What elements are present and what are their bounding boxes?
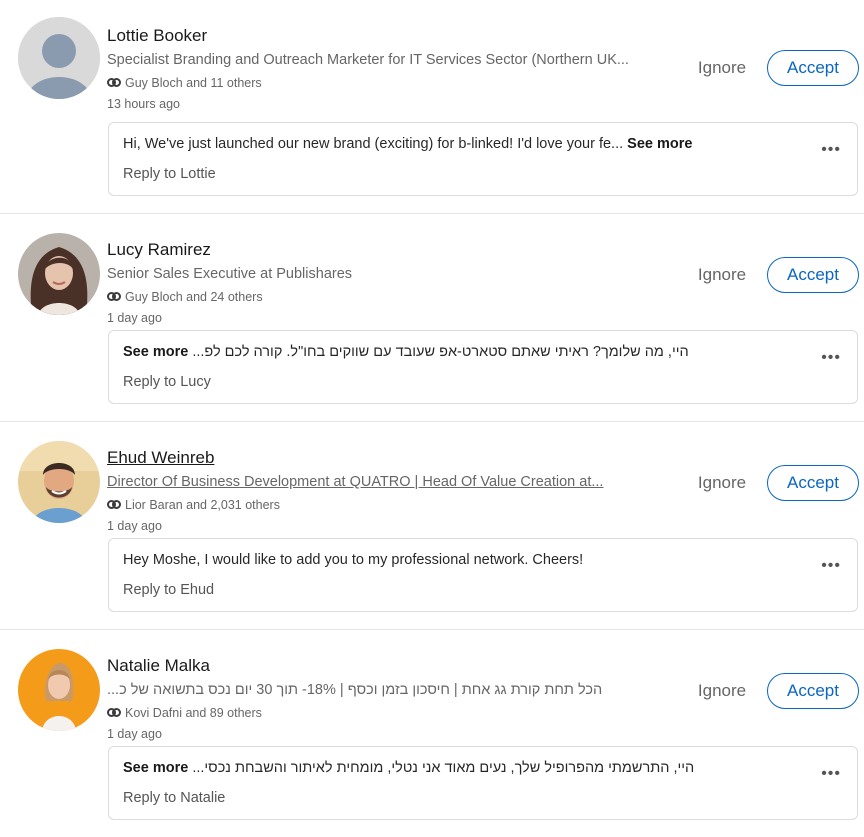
profile-photo-icon (18, 233, 100, 315)
see-more-link[interactable]: See more (123, 344, 188, 360)
invitation-message: היי, מה שלומך? ראיתי שאתם סטארט-אפ שעובד… (108, 330, 858, 404)
person-name[interactable]: Lottie Booker (107, 26, 207, 46)
mutual-connections[interactable]: Kovi Dafni and 89 others (107, 706, 262, 720)
profile-photo-icon (18, 649, 100, 731)
reply-link[interactable]: Reply to Ehud (123, 582, 214, 598)
invitation-time: 1 day ago (107, 519, 162, 533)
person-name[interactable]: Ehud Weinreb (107, 448, 214, 468)
message-text: היי, התרשמתי מהפרופיל שלך, נעים מאוד אני… (123, 760, 694, 776)
message-body: Hey Moshe, I would like to add you to my… (123, 552, 584, 568)
mutual-connections[interactable]: Guy Bloch and 11 others (107, 76, 262, 90)
more-horizontal-icon[interactable]: ••• (821, 557, 841, 575)
ignore-button[interactable]: Ignore (682, 51, 762, 85)
invitation-message: Hey Moshe, I would like to add you to my… (108, 538, 858, 612)
accept-button[interactable]: Accept (767, 50, 859, 86)
invitation-message: היי, התרשמתי מהפרופיל שלך, נעים מאוד אני… (108, 746, 858, 820)
mutual-connections-text: Kovi Dafni and 89 others (125, 706, 262, 720)
avatar[interactable] (18, 233, 100, 315)
message-body: היי, מה שלומך? ראיתי שאתם סטארט-אפ שעובד… (192, 344, 689, 360)
person-headline[interactable]: הכל תחת קורת גג אחת | חיסכון בזמן וכסף |… (107, 682, 652, 698)
more-horizontal-icon[interactable]: ••• (821, 349, 841, 367)
mutual-connections-icon (107, 500, 121, 510)
invitation-message: Hi, We've just launched our new brand (e… (108, 122, 858, 196)
accept-button[interactable]: Accept (767, 465, 859, 501)
more-horizontal-icon[interactable]: ••• (821, 141, 841, 159)
person-name[interactable]: Lucy Ramirez (107, 240, 211, 260)
invitation-card: Lucy Ramirez Senior Sales Executive at P… (0, 213, 864, 421)
mutual-connections[interactable]: Lior Baran and 2,031 others (107, 498, 280, 512)
invitation-time: 1 day ago (107, 727, 162, 741)
message-text: היי, מה שלומך? ראיתי שאתם סטארט-אפ שעובד… (123, 344, 689, 360)
see-more-link[interactable]: See more (123, 760, 188, 776)
profile-photo-icon (18, 441, 100, 523)
invitation-list: Lottie Booker Specialist Branding and Ou… (0, 0, 864, 837)
person-name[interactable]: Natalie Malka (107, 656, 210, 676)
mutual-connections-icon (107, 708, 121, 718)
mutual-connections-text: Lior Baran and 2,031 others (125, 498, 280, 512)
invitation-time: 13 hours ago (107, 97, 180, 111)
mutual-connections-icon (107, 292, 121, 302)
message-body: היי, התרשמתי מהפרופיל שלך, נעים מאוד אני… (192, 760, 695, 776)
default-avatar-icon (18, 17, 100, 99)
reply-link[interactable]: Reply to Lucy (123, 374, 211, 390)
reply-link[interactable]: Reply to Natalie (123, 790, 225, 806)
invitation-card: Natalie Malka הכל תחת קורת גג אחת | חיסכ… (0, 629, 864, 837)
ignore-button[interactable]: Ignore (682, 258, 762, 292)
mutual-connections-icon (107, 78, 121, 88)
message-text: Hi, We've just launched our new brand (e… (123, 136, 692, 152)
accept-button[interactable]: Accept (767, 257, 859, 293)
avatar[interactable] (18, 441, 100, 523)
message-body: Hi, We've just launched our new brand (e… (123, 136, 624, 152)
ignore-button[interactable]: Ignore (682, 674, 762, 708)
avatar[interactable] (18, 649, 100, 731)
avatar[interactable] (18, 17, 100, 99)
person-headline[interactable]: Director Of Business Development at QUAT… (107, 474, 632, 490)
see-more-link[interactable]: See more (627, 136, 692, 152)
person-headline[interactable]: Senior Sales Executive at Publishares (107, 266, 667, 282)
reply-link[interactable]: Reply to Lottie (123, 166, 216, 182)
message-text: Hey Moshe, I would like to add you to my… (123, 552, 583, 568)
invitation-card: Ehud Weinreb Director Of Business Develo… (0, 421, 864, 629)
invitation-card: Lottie Booker Specialist Branding and Ou… (0, 0, 864, 213)
invitation-time: 1 day ago (107, 311, 162, 325)
more-horizontal-icon[interactable]: ••• (821, 765, 841, 783)
mutual-connections[interactable]: Guy Bloch and 24 others (107, 290, 263, 304)
accept-button[interactable]: Accept (767, 673, 859, 709)
person-headline[interactable]: Specialist Branding and Outreach Markete… (107, 52, 667, 68)
mutual-connections-text: Guy Bloch and 24 others (125, 290, 263, 304)
ignore-button[interactable]: Ignore (682, 466, 762, 500)
mutual-connections-text: Guy Bloch and 11 others (125, 76, 262, 90)
